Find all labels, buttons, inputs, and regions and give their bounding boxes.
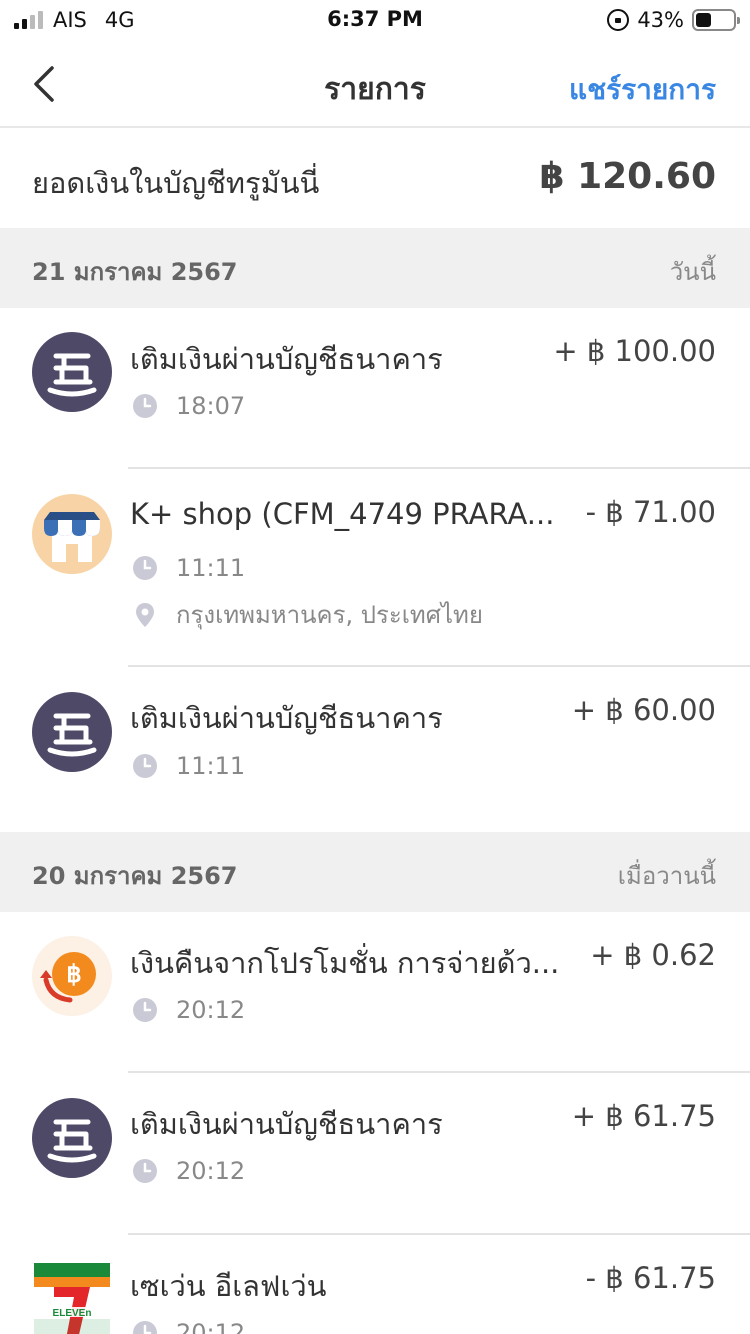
transaction-row[interactable]: ฿ เงินคืนจากโปรโมชั่น การจ่ายด้ว... + ฿ …: [0, 912, 750, 1072]
transaction-amount: + ฿ 61.75: [571, 1099, 716, 1133]
nav-bar: รายการ แชร์รายการ: [0, 40, 750, 128]
bank-icon: [32, 692, 112, 772]
relative-date-label: วันนี้: [669, 258, 716, 286]
clock-icon: [133, 1159, 157, 1183]
battery-percent: 43%: [637, 8, 684, 32]
rotation-lock-icon: [607, 9, 630, 31]
transaction-title: เติมเงินผ่านบัญชีธนาคาร: [130, 701, 443, 735]
status-bar: AIS 4G 6:37 PM 43%: [0, 0, 750, 40]
transaction-amount: + ฿ 100.00: [553, 334, 716, 368]
bank-icon: [32, 332, 112, 412]
transaction-time: 11:11: [132, 752, 245, 780]
shop-icon: [32, 494, 112, 574]
svg-text:ELEVEn: ELEVEn: [53, 1308, 92, 1319]
cashback-icon: ฿: [32, 936, 112, 1016]
transaction-time: 20:12: [132, 996, 245, 1024]
time-label: 11:11: [176, 752, 246, 780]
transaction-time: 11:11: [132, 554, 245, 582]
time-label: 20:12: [176, 996, 246, 1024]
transaction-title: เติมเงินผ่านบัญชีธนาคาร: [130, 1107, 443, 1141]
date-header: 20 มกราคม 2567 เมื่อวานนี้: [0, 832, 750, 912]
transaction-row[interactable]: เติมเงินผ่านบัญชีธนาคาร + ฿ 60.00 11:11: [0, 667, 750, 831]
date-header: 21 มกราคม 2567 วันนี้: [0, 228, 750, 308]
transaction-title: เติมเงินผ่านบัญชีธนาคาร: [130, 342, 443, 376]
transaction-time: 20:12: [132, 1157, 245, 1185]
transaction-title: เงินคืนจากโปรโมชั่น การจ่ายด้ว...: [130, 946, 560, 980]
transaction-row[interactable]: เติมเงินผ่านบัญชีธนาคาร + ฿ 100.00 18:07: [0, 308, 750, 468]
time-label: 18:07: [176, 392, 246, 420]
share-list-button[interactable]: แชร์รายการ: [569, 68, 716, 112]
date-label: 21 มกราคม 2567: [32, 258, 238, 286]
seven-eleven-icon: ELEVEn: [34, 1263, 110, 1334]
clock-icon: [133, 1321, 157, 1334]
svg-text:฿: ฿: [66, 961, 81, 988]
time-label: 20:12: [176, 1319, 246, 1334]
bank-icon: [32, 1098, 112, 1178]
transaction-amount: - ฿ 71.00: [585, 495, 716, 529]
transaction-title: เซเว่น อีเลฟเว่น: [130, 1269, 327, 1303]
transaction-row[interactable]: เติมเงินผ่านบัญชีธนาคาร + ฿ 61.75 20:12: [0, 1073, 750, 1233]
transaction-title: K+ shop (CFM_4749 PRARA...: [130, 497, 555, 531]
balance-value: ฿ 120.60: [539, 156, 716, 197]
date-label: 20 มกราคม 2567: [32, 862, 238, 890]
transaction-amount: + ฿ 0.62: [590, 938, 716, 972]
transaction-time: 18:07: [132, 392, 245, 420]
transaction-location: กรุงเทพมหานคร, ประเทศไทย: [132, 595, 483, 634]
location-label: กรุงเทพมหานคร, ประเทศไทย: [176, 601, 483, 629]
battery-fill: [696, 13, 712, 27]
battery-icon: [692, 9, 740, 31]
location-pin-icon: [136, 602, 154, 627]
balance-row: ยอดเงินในบัญชีทรูมันนี่ ฿ 120.60: [0, 130, 750, 227]
time-label: 20:12: [176, 1157, 246, 1185]
clock-icon: [133, 556, 157, 580]
time-label: 11:11: [176, 554, 246, 582]
transaction-amount: + ฿ 60.00: [571, 693, 716, 727]
transaction-time: 20:12: [132, 1319, 245, 1334]
clock-icon: [133, 998, 157, 1022]
relative-date-label: เมื่อวานนี้: [617, 862, 716, 890]
clock-icon: [133, 394, 157, 418]
transaction-amount: - ฿ 61.75: [585, 1261, 716, 1295]
clock-icon: [133, 754, 157, 778]
transaction-row[interactable]: K+ shop (CFM_4749 PRARA... - ฿ 71.00 11:…: [0, 469, 750, 665]
status-right: 43%: [607, 8, 740, 32]
transaction-row[interactable]: ELEVEn เซเว่น อีเลฟเว่น - ฿ 61.75 20:12: [0, 1235, 750, 1334]
balance-label: ยอดเงินในบัญชีทรูมันนี่: [32, 166, 320, 200]
